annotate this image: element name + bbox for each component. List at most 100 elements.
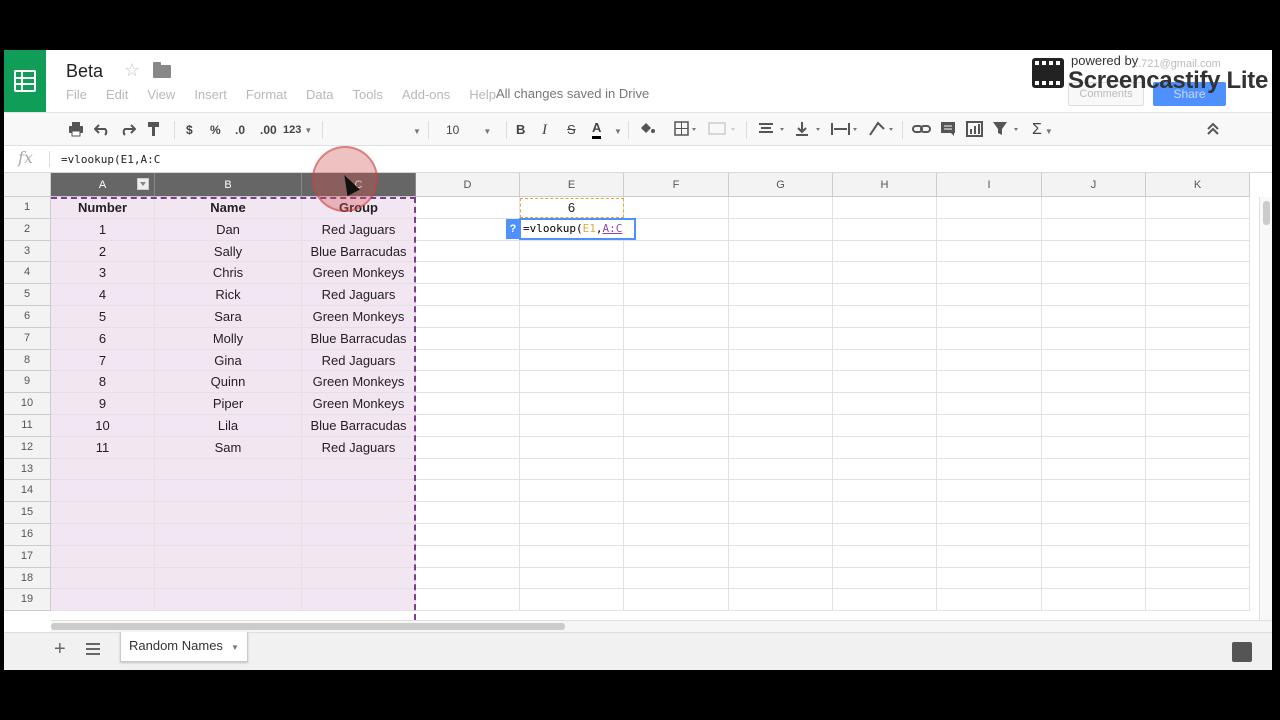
cell-h4[interactable] — [833, 262, 937, 285]
cell-k19[interactable] — [1146, 589, 1250, 612]
cell-f12[interactable] — [624, 436, 729, 459]
font-family-select[interactable]: ▼ — [410, 121, 421, 139]
cell-e7[interactable] — [520, 327, 624, 350]
cell-h2[interactable] — [833, 218, 937, 241]
cell-e10[interactable] — [520, 393, 624, 415]
cell-g15[interactable] — [729, 502, 833, 524]
cell-c10[interactable]: Green Monkeys — [302, 393, 416, 415]
row-header[interactable]: 14 — [4, 480, 51, 503]
row-header[interactable]: 15 — [4, 502, 51, 524]
cell-h8[interactable] — [833, 349, 937, 372]
cell-g14[interactable] — [729, 480, 833, 503]
row-header[interactable]: 19 — [4, 589, 51, 612]
paint-format-icon[interactable] — [146, 121, 162, 139]
cell-b3[interactable]: Sally — [155, 240, 302, 263]
percent-format-button[interactable]: % — [210, 121, 221, 139]
cell-b5[interactable]: Rick — [155, 284, 302, 306]
cell-a14[interactable] — [51, 480, 155, 503]
column-header-f[interactable]: F — [624, 173, 729, 197]
cell-c9[interactable]: Green Monkeys — [302, 371, 416, 394]
cell-j19[interactable] — [1042, 589, 1146, 612]
undo-icon[interactable] — [93, 121, 110, 139]
cell-i6[interactable] — [937, 306, 1042, 328]
column-header-j[interactable]: J — [1042, 173, 1146, 197]
cell-h19[interactable] — [833, 589, 937, 612]
cell-i13[interactable] — [937, 458, 1042, 481]
cell-i14[interactable] — [937, 480, 1042, 503]
cell-d1[interactable] — [416, 197, 520, 219]
cell-j14[interactable] — [1042, 480, 1146, 503]
cell-k4[interactable] — [1146, 262, 1250, 285]
menu-edit[interactable]: Edit — [106, 87, 128, 102]
cell-editor[interactable]: =vlookup(E1,A:C — [519, 218, 636, 240]
row-header[interactable]: 12 — [4, 436, 51, 459]
menu-help[interactable]: Help — [469, 87, 496, 102]
text-color-dropdown[interactable]: ▼ — [611, 121, 622, 139]
cell-a1[interactable]: Number — [51, 197, 155, 219]
cell-d19[interactable] — [416, 589, 520, 612]
cell-g5[interactable] — [729, 284, 833, 306]
cell-e13[interactable] — [520, 458, 624, 481]
cell-h9[interactable] — [833, 371, 937, 394]
cell-f13[interactable] — [624, 458, 729, 481]
column-header-e[interactable]: E — [520, 173, 624, 197]
cell-g18[interactable] — [729, 567, 833, 590]
cell-b11[interactable]: Lila — [155, 415, 302, 437]
cell-j1[interactable] — [1042, 197, 1146, 219]
formula-input[interactable]: =vlookup(E1,A:C — [61, 153, 160, 166]
cell-h6[interactable] — [833, 306, 937, 328]
cell-f7[interactable] — [624, 327, 729, 350]
cell-a9[interactable]: 8 — [51, 371, 155, 394]
cell-b4[interactable]: Chris — [155, 262, 302, 285]
row-header[interactable]: 1 — [4, 197, 51, 219]
cell-b1[interactable]: Name — [155, 197, 302, 219]
cell-d5[interactable] — [416, 284, 520, 306]
cell-i2[interactable] — [937, 218, 1042, 241]
print-icon[interactable] — [68, 121, 84, 139]
explore-icon[interactable] — [1232, 642, 1252, 662]
cell-c12[interactable]: Red Jaguars — [302, 436, 416, 459]
column-header-d[interactable]: D — [416, 173, 520, 197]
cell-g12[interactable] — [729, 436, 833, 459]
cell-k3[interactable] — [1146, 240, 1250, 263]
cell-f8[interactable] — [624, 349, 729, 372]
cell-k5[interactable] — [1146, 284, 1250, 306]
cell-g4[interactable] — [729, 262, 833, 285]
cell-a17[interactable] — [51, 545, 155, 568]
cell-h18[interactable] — [833, 567, 937, 590]
cell-d18[interactable] — [416, 567, 520, 590]
cell-c16[interactable] — [302, 524, 416, 546]
cell-g3[interactable] — [729, 240, 833, 263]
cell-c7[interactable]: Blue Barracudas — [302, 327, 416, 350]
cell-i12[interactable] — [937, 436, 1042, 459]
cell-b16[interactable] — [155, 524, 302, 546]
cell-b19[interactable] — [155, 589, 302, 612]
cell-d6[interactable] — [416, 306, 520, 328]
more-formats-button[interactable]: 123 ▼ — [283, 121, 312, 139]
cell-i15[interactable] — [937, 502, 1042, 524]
row-header[interactable]: 4 — [4, 262, 51, 285]
cell-c5[interactable]: Red Jaguars — [302, 284, 416, 306]
cell-e3[interactable] — [520, 240, 624, 263]
cell-e8[interactable] — [520, 349, 624, 372]
cell-a7[interactable]: 6 — [51, 327, 155, 350]
cell-d11[interactable] — [416, 415, 520, 437]
insert-link-icon[interactable] — [912, 121, 932, 139]
text-color-button[interactable]: A — [592, 121, 602, 139]
cell-j18[interactable] — [1042, 567, 1146, 590]
cell-b10[interactable]: Piper — [155, 393, 302, 415]
cell-c3[interactable]: Blue Barracudas — [302, 240, 416, 263]
cell-c15[interactable] — [302, 502, 416, 524]
cell-f6[interactable] — [624, 306, 729, 328]
cell-a4[interactable]: 3 — [51, 262, 155, 285]
sheet-tab-random-names[interactable]: Random Names ▼ — [120, 632, 248, 662]
cell-f17[interactable] — [624, 545, 729, 568]
column-header-g[interactable]: G — [729, 173, 833, 197]
cell-a11[interactable]: 10 — [51, 415, 155, 437]
cell-c6[interactable]: Green Monkeys — [302, 306, 416, 328]
cell-e15[interactable] — [520, 502, 624, 524]
cell-c2[interactable]: Red Jaguars — [302, 218, 416, 241]
cell-g11[interactable] — [729, 415, 833, 437]
cell-d17[interactable] — [416, 545, 520, 568]
column-header-k[interactable]: K — [1146, 173, 1250, 197]
